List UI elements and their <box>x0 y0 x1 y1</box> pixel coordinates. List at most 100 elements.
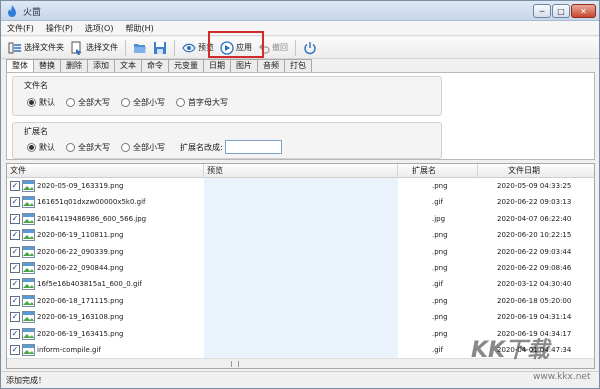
row-checkbox[interactable]: ✓ <box>10 213 20 224</box>
tab-image[interactable]: 图片 <box>230 59 258 72</box>
watermark-logo: KK下载 <box>471 338 550 363</box>
toolbar-separator <box>295 39 296 56</box>
power-button[interactable] <box>300 38 320 58</box>
filename-radio-default[interactable]: 默认 <box>27 97 55 108</box>
image-file-icon <box>22 245 35 258</box>
preview-label: 预览 <box>198 43 214 52</box>
filename-radio-uppercase[interactable]: 全部大写 <box>66 97 110 108</box>
radio-dot <box>66 98 75 107</box>
column-header-extension[interactable]: 扩展名 <box>398 164 478 178</box>
row-checkbox[interactable]: ✓ <box>10 181 20 191</box>
scroll-thumb-grip[interactable] <box>231 361 239 367</box>
eye-icon <box>182 43 196 52</box>
filename-radio-row: 默认 全部大写 全部小写 首字母大写 <box>27 97 239 108</box>
row-checkbox[interactable]: ✓ <box>10 328 20 339</box>
table-row[interactable]: ✓ 2020-06-22_090844.png .png 2020-06-22 09:… <box>7 260 594 276</box>
undo-button[interactable]: 撤回 <box>255 38 291 58</box>
table-row[interactable]: ✓ 2020-06-22_090339.png .png 2020-06-22 09:… <box>7 244 594 260</box>
table-row[interactable]: ✓ 16f5e16b403815a1_600_0.gif .gif 2020-03-1… <box>7 276 594 292</box>
save-button[interactable] <box>150 38 170 58</box>
select-folder-label: 选择文件夹 <box>24 43 64 52</box>
table-row[interactable]: ✓ 2020-06-18_171115.png .png 2020-06-18 05:… <box>7 293 594 309</box>
filename-radio-lowercase[interactable]: 全部小写 <box>121 97 165 108</box>
table-row[interactable]: ✓ 2020-06-19_110811.png .png 2020-06-20 10:… <box>7 227 594 243</box>
tab-add[interactable]: 添加 <box>87 59 115 72</box>
open-folder-button[interactable] <box>130 38 150 58</box>
extension-radio-uppercase[interactable]: 全部大写 <box>66 142 110 153</box>
menu-options[interactable]: 选项(O) <box>79 21 120 36</box>
cell-date: 2020-06-22 09:03:44 <box>497 247 572 256</box>
menu-help[interactable]: 帮助(H) <box>119 21 159 36</box>
row-checkbox[interactable]: ✓ <box>10 295 20 306</box>
menu-operation[interactable]: 操作(P) <box>40 21 79 36</box>
cell-extension: .png <box>432 264 448 272</box>
cell-extension: .png <box>432 182 448 190</box>
row-checkbox[interactable]: ✓ <box>10 197 20 208</box>
maximize-button[interactable]: □ <box>552 4 570 18</box>
tab-bar: 整体 替换 删除 添加 文本 命令 元变量 日期 图片 音频 打包 <box>6 59 312 73</box>
extension-group-title: 扩展名 <box>24 127 48 136</box>
extension-change-input[interactable] <box>224 140 282 154</box>
table-row[interactable]: ✓ 20164119486986_600_566.jpg .jpg 2020-04-0… <box>7 211 594 227</box>
radio-label: 默认 <box>39 142 55 152</box>
watermark-url: www.kkx.net <box>533 372 591 382</box>
select-file-label: 选择文件 <box>86 43 118 52</box>
extension-radio-default[interactable]: 默认 <box>27 142 55 153</box>
cell-date: 2020-06-22 09:08:46 <box>497 264 572 272</box>
cell-extension: .png <box>432 329 448 338</box>
apply-button[interactable]: 应用 <box>217 38 255 58</box>
select-folder-button[interactable]: 选择文件夹 <box>5 38 67 58</box>
cell-date: 2020-04-07 06:22:40 <box>497 214 572 223</box>
row-checkbox[interactable]: ✓ <box>10 246 20 257</box>
cell-filename: 2020-06-19_163108.png <box>37 313 124 322</box>
radio-label: 全部小写 <box>133 142 165 152</box>
column-header-file[interactable]: 文件 <box>7 164 204 178</box>
close-button[interactable]: ✕ <box>571 4 596 18</box>
cell-filename: 2020-06-19_163415.png <box>37 329 124 338</box>
radio-label: 全部大写 <box>78 142 110 152</box>
select-file-icon <box>71 41 82 55</box>
row-checkbox[interactable]: ✓ <box>10 230 20 241</box>
table-row[interactable]: ✓ 161651q01dxzw00000x5k0.gif .gif 2020-06-2… <box>7 194 594 210</box>
extension-group: 扩展名 默认 全部大写 全部小写 扩展名改成: <box>12 122 442 159</box>
row-checkbox[interactable]: ✓ <box>10 345 20 355</box>
tab-overall[interactable]: 整体 <box>6 59 34 73</box>
tab-audio[interactable]: 音频 <box>257 59 285 72</box>
radio-label: 全部小写 <box>133 98 165 107</box>
play-icon <box>220 40 234 55</box>
tab-text[interactable]: 文本 <box>114 59 142 72</box>
menu-file[interactable]: 文件(F) <box>1 21 40 36</box>
tab-package[interactable]: 打包 <box>284 59 312 72</box>
select-file-button[interactable]: 选择文件 <box>67 38 121 58</box>
filename-radio-capitalize[interactable]: 首字母大写 <box>176 97 228 108</box>
cell-filename: 2020-06-22_090339.png <box>37 247 124 256</box>
cell-extension: .png <box>432 313 448 322</box>
row-checkbox[interactable]: ✓ <box>10 312 20 323</box>
flame-app-icon <box>8 5 16 17</box>
row-checkbox[interactable]: ✓ <box>10 263 20 273</box>
tab-date[interactable]: 日期 <box>203 59 231 72</box>
row-checkbox[interactable]: ✓ <box>10 279 20 290</box>
cell-extension: .gif <box>432 280 444 289</box>
toolbar-separator <box>125 39 126 56</box>
tab-metavariable[interactable]: 元变量 <box>168 59 204 72</box>
tab-command[interactable]: 命令 <box>141 59 169 72</box>
column-header-preview[interactable]: 预览 <box>204 164 398 178</box>
extension-radio-lowercase[interactable]: 全部小写 <box>121 142 165 153</box>
image-file-icon <box>22 294 35 307</box>
preview-button[interactable]: 预览 <box>179 38 217 58</box>
cell-date: 2020-06-22 09:03:13 <box>497 198 572 207</box>
table-row[interactable]: ✓ 2020-06-19_163108.png .png 2020-06-19 04:… <box>7 309 594 325</box>
column-header-date[interactable]: 文件日期 <box>478 164 594 178</box>
image-file-icon <box>22 278 35 291</box>
cell-filename: inform-compile.gif <box>37 346 101 354</box>
cell-extension: .jpg <box>432 214 446 223</box>
extension-change-label: 扩展名改成: <box>180 142 223 152</box>
radio-dot <box>176 98 185 107</box>
cell-date: 2020-03-12 04:30:40 <box>497 280 572 289</box>
minimize-button[interactable]: ─ <box>533 4 551 18</box>
table-row[interactable]: ✓ 2020-05-09_163319.png .png 2020-05-09 04:… <box>7 178 594 194</box>
image-file-icon <box>22 262 35 274</box>
tab-delete[interactable]: 删除 <box>60 59 88 72</box>
tab-replace[interactable]: 替换 <box>33 59 61 72</box>
